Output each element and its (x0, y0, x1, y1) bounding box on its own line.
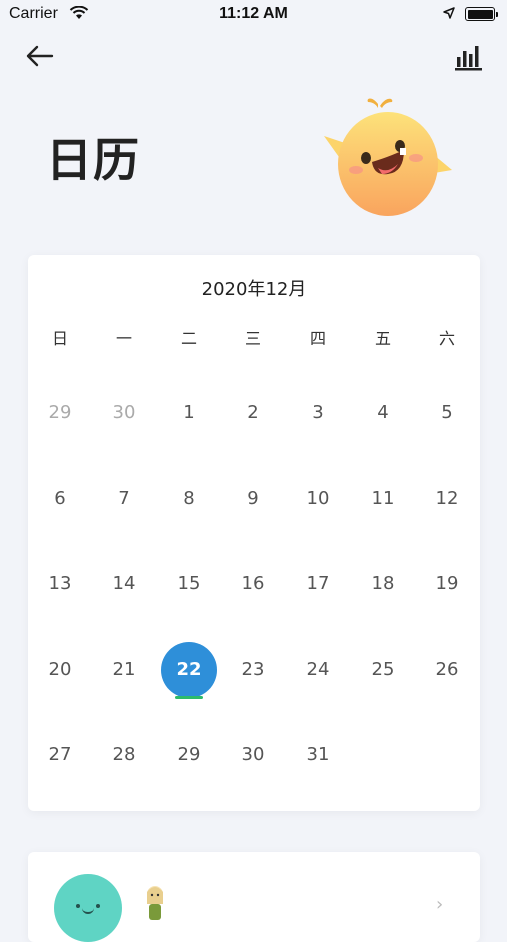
calendar-day[interactable]: 24 (290, 642, 346, 698)
calendar-day[interactable]: 27 (32, 727, 88, 783)
calendar-day[interactable]: 30 (96, 385, 152, 441)
calendar-day[interactable]: 29 (32, 385, 88, 441)
calendar-day[interactable]: 3 (290, 385, 346, 441)
clock: 11:12 AM (219, 5, 288, 22)
mascot-illustration-icon (324, 98, 452, 216)
calendar-day[interactable]: 14 (96, 556, 152, 612)
calendar-day[interactable]: 28 (96, 727, 152, 783)
calendar-day[interactable]: 21 (96, 642, 152, 698)
selected-day[interactable]: 22 (161, 642, 217, 698)
arrow-left-icon[interactable] (24, 42, 56, 70)
character-figure-icon (147, 886, 163, 920)
calendar-day[interactable]: 25 (355, 642, 411, 698)
calendar-day[interactable]: 26 (419, 642, 475, 698)
calendar-day[interactable]: 9 (225, 471, 281, 527)
calendar-grid: 29 30 1 2 3 4 5 6 7 8 9 10 11 12 13 14 1… (28, 255, 480, 811)
location-arrow-icon (443, 7, 455, 19)
mascot-avatar-icon (54, 874, 122, 942)
calendar-day[interactable]: 20 (32, 642, 88, 698)
bar-chart-icon[interactable] (454, 42, 484, 72)
calendar-day[interactable]: 19 (419, 556, 475, 612)
calendar-day[interactable]: 15 (161, 556, 217, 612)
calendar-day[interactable]: 8 (161, 471, 217, 527)
calendar-day[interactable]: 11 (355, 471, 411, 527)
calendar-day[interactable]: 10 (290, 471, 346, 527)
calendar-day[interactable]: 1 (161, 385, 217, 441)
chevron-right-icon: › (436, 894, 444, 915)
calendar-day[interactable]: 30 (225, 727, 281, 783)
calendar-day[interactable]: 23 (225, 642, 281, 698)
calendar-day[interactable]: 31 (290, 727, 346, 783)
today-marker (175, 696, 203, 699)
calendar-day[interactable]: 12 (419, 471, 475, 527)
status-bar: Carrier 11:12 AM (0, 0, 507, 30)
calendar-day[interactable]: 7 (96, 471, 152, 527)
calendar-day[interactable]: 17 (290, 556, 346, 612)
calendar-day[interactable]: 2 (225, 385, 281, 441)
calendar-day[interactable]: 13 (32, 556, 88, 612)
calendar-day[interactable]: 16 (225, 556, 281, 612)
battery-icon (465, 7, 498, 21)
calendar-card: 2020年12月 日 一 二 三 四 五 六 29 30 1 2 3 4 5 6… (28, 255, 480, 811)
calendar-day[interactable]: 6 (32, 471, 88, 527)
calendar-day[interactable]: 5 (419, 385, 475, 441)
page-title: 日历 (46, 133, 140, 187)
calendar-day[interactable]: 29 (161, 727, 217, 783)
record-card[interactable]: › (28, 852, 480, 942)
calendar-day[interactable]: 18 (355, 556, 411, 612)
calendar-day[interactable]: 4 (355, 385, 411, 441)
